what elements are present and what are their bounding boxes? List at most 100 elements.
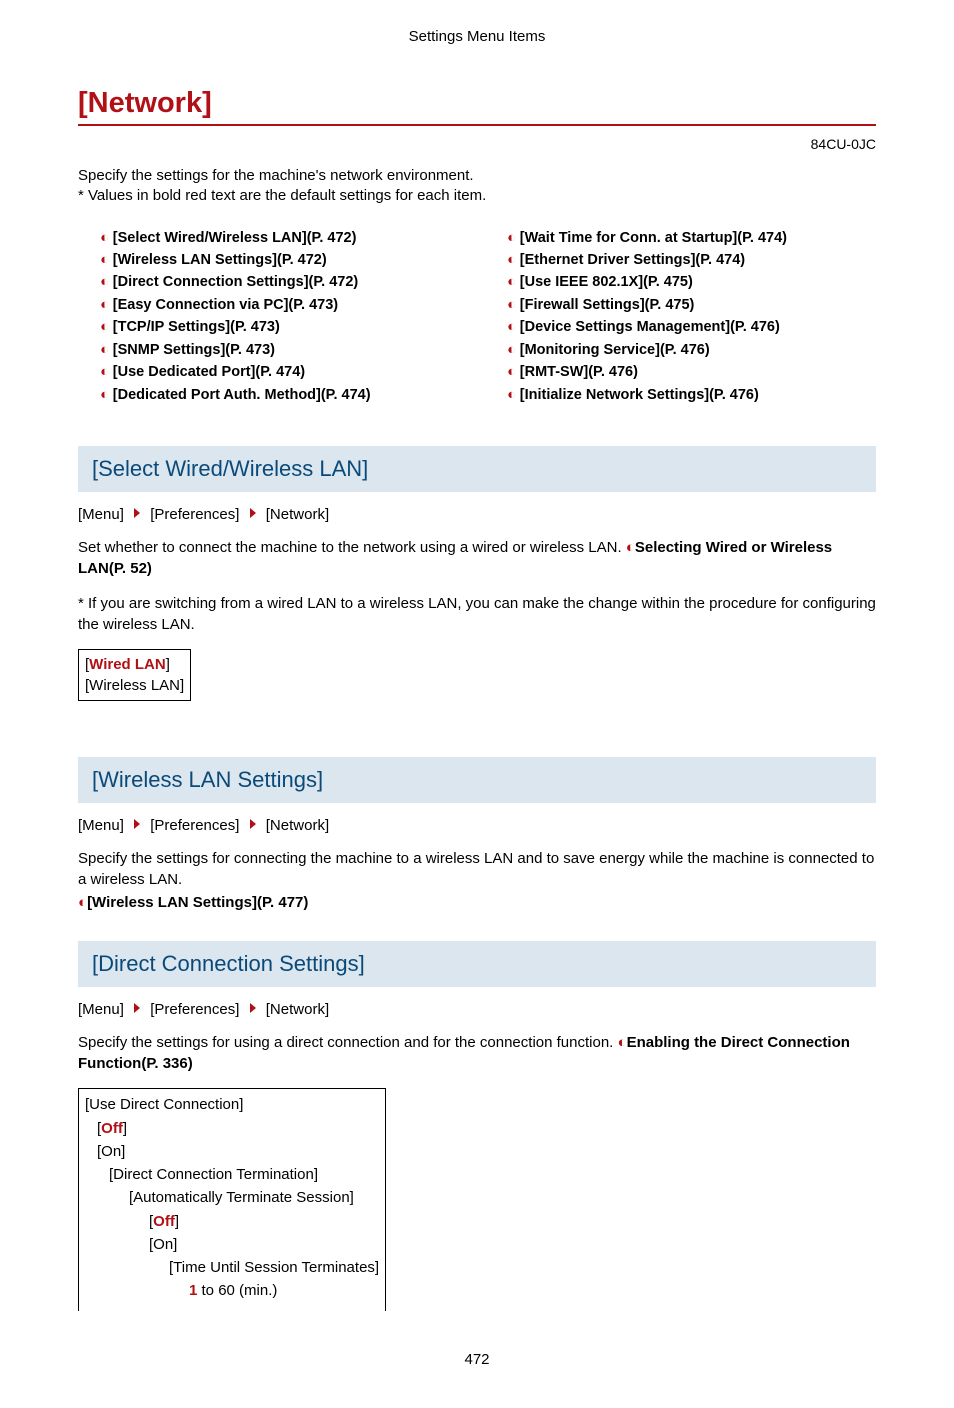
section-heading: [Direct Connection Settings] [78,941,876,987]
option-row: [Use Direct Connection] [85,1093,379,1116]
option-row: [On] [85,1140,379,1163]
chevron-right-icon [250,1003,256,1013]
crumb-menu: [Menu] [78,506,124,523]
section-note: * If you are switching from a wired LAN … [78,593,876,635]
bullet-icon: ◐ [100,361,109,383]
bullet-icon: ◐ [507,294,516,316]
range-text: to 60 (min.) [197,1282,277,1299]
option-default: [Wired LAN] [85,654,184,675]
value-box: [Wired LAN] [Wireless LAN] [78,649,191,701]
intro-line-1: Specify the settings for the machine's n… [78,167,474,184]
crumb-preferences: [Preferences] [150,506,239,523]
crumb-preferences: [Preferences] [150,817,239,834]
toc-link[interactable]: ◐[Use IEEE 802.1X](P. 475) [507,271,876,293]
crumb-network: [Network] [266,817,329,834]
bullet-icon: ◐ [507,316,516,338]
toc-link-text: [Firewall Settings](P. 475) [520,297,695,313]
breadcrumb: [Menu] [Preferences] [Network] [78,817,876,834]
page-title: [Network] [78,87,876,126]
default-value: Wired LAN [89,656,166,673]
intro-text: Specify the settings for the machine's n… [78,166,876,207]
cross-ref-text: [Wireless LAN Settings](P. 477) [87,894,308,911]
crumb-preferences: [Preferences] [150,1001,239,1018]
bullet-icon: ◐ [100,271,109,293]
toc-columns: ◐[Select Wired/Wireless LAN](P. 472) ◐[W… [100,227,876,407]
toc-link-text: [Initialize Network Settings](P. 476) [520,387,759,403]
toc-link-text: [Dedicated Port Auth. Method](P. 474) [113,387,371,403]
bullet-icon: ◐ [507,249,516,271]
page-container: Settings Menu Items [Network] 84CU-0JC S… [0,0,954,1408]
toc-link-text: [Monitoring Service](P. 476) [520,342,710,358]
section-heading: [Select Wired/Wireless LAN] [78,446,876,492]
default-value: Off [153,1213,175,1230]
toc-link[interactable]: ◐[RMT-SW](P. 476) [507,361,876,383]
option-row: [On] [85,1233,379,1256]
bullet-icon: ◐ [618,1034,627,1051]
chevron-right-icon [134,1003,140,1013]
bullet-icon: ◐ [507,227,516,249]
section-direct-connection: [Direct Connection Settings] [Menu] [Pre… [78,941,876,1310]
toc-left-column: ◐[Select Wired/Wireless LAN](P. 472) ◐[W… [100,227,469,407]
toc-link[interactable]: ◐[Direct Connection Settings](P. 472) [100,271,469,293]
crumb-menu: [Menu] [78,817,124,834]
section-wireless-lan-settings: [Wireless LAN Settings] [Menu] [Preferen… [78,757,876,913]
toc-link[interactable]: ◐[Select Wired/Wireless LAN](P. 472) [100,227,469,249]
option-row: [Time Until Session Terminates] [85,1256,379,1279]
crumb-network: [Network] [266,1001,329,1018]
chevron-right-icon [250,819,256,829]
toc-link-text: [Easy Connection via PC](P. 473) [113,297,338,313]
toc-link[interactable]: ◐[Use Dedicated Port](P. 474) [100,361,469,383]
toc-link[interactable]: ◐[Wait Time for Conn. at Startup](P. 474… [507,227,876,249]
chevron-right-icon [250,508,256,518]
crumb-menu: [Menu] [78,1001,124,1018]
section-body: Specify the settings for using a direct … [78,1032,876,1074]
toc-link[interactable]: ◐[TCP/IP Settings](P. 473) [100,316,469,338]
option-other: [Wireless LAN] [85,675,184,696]
bullet-icon: ◐ [100,384,109,406]
toc-link[interactable]: ◐[Wireless LAN Settings](P. 472) [100,249,469,271]
cross-ref-link[interactable]: ◐[Wireless LAN Settings](P. 477) [78,892,876,913]
option-row: [Automatically Terminate Session] [85,1186,379,1209]
toc-link[interactable]: ◐[Monitoring Service](P. 476) [507,339,876,361]
toc-link-text: [Device Settings Management](P. 476) [520,319,780,335]
breadcrumb: [Menu] [Preferences] [Network] [78,1001,876,1018]
toc-link[interactable]: ◐[Firewall Settings](P. 475) [507,294,876,316]
option-range: 1 to 60 (min.) [85,1279,379,1302]
bullet-icon: ◐ [100,316,109,338]
section-heading-text: [Select Wired/Wireless LAN] [92,456,368,481]
section-heading-text: [Direct Connection Settings] [92,951,365,976]
option-default: [Off] [85,1210,379,1233]
toc-link-text: [TCP/IP Settings](P. 473) [113,319,280,335]
bullet-icon: ◐ [100,294,109,316]
bullet-icon: ◐ [507,339,516,361]
toc-link[interactable]: ◐[Dedicated Port Auth. Method](P. 474) [100,384,469,406]
document-code: 84CU-0JC [78,136,876,152]
toc-link-text: [RMT-SW](P. 476) [520,364,638,380]
toc-link-text: [Wireless LAN Settings](P. 472) [113,252,327,268]
toc-link-text: [Direct Connection Settings](P. 472) [113,274,358,290]
toc-link[interactable]: ◐[Initialize Network Settings](P. 476) [507,384,876,406]
bullet-icon: ◐ [78,894,87,911]
toc-link[interactable]: ◐[Easy Connection via PC](P. 473) [100,294,469,316]
bullet-icon: ◐ [100,227,109,249]
toc-link-text: [Use Dedicated Port](P. 474) [113,364,305,380]
crumb-network: [Network] [266,506,329,523]
bullet-icon: ◐ [507,361,516,383]
bullet-icon: ◐ [507,384,516,406]
toc-link-text: [SNMP Settings](P. 473) [113,342,275,358]
toc-link-text: [Select Wired/Wireless LAN](P. 472) [113,230,357,246]
toc-link[interactable]: ◐[Device Settings Management](P. 476) [507,316,876,338]
option-row: [Direct Connection Termination] [85,1163,379,1186]
toc-link[interactable]: ◐[SNMP Settings](P. 473) [100,339,469,361]
page-number: 472 [78,1351,876,1368]
intro-line-2: * Values in bold red text are the defaul… [78,187,486,204]
toc-right-column: ◐[Wait Time for Conn. at Startup](P. 474… [507,227,876,407]
chevron-right-icon [134,819,140,829]
section-body: Specify the settings for connecting the … [78,848,876,890]
toc-link[interactable]: ◐[Ethernet Driver Settings](P. 474) [507,249,876,271]
bullet-icon: ◐ [507,271,516,293]
toc-link-text: [Wait Time for Conn. at Startup](P. 474) [520,230,787,246]
section-body-text: Specify the settings for using a direct … [78,1034,618,1051]
section-body: Set whether to connect the machine to th… [78,537,876,579]
section-heading: [Wireless LAN Settings] [78,757,876,803]
